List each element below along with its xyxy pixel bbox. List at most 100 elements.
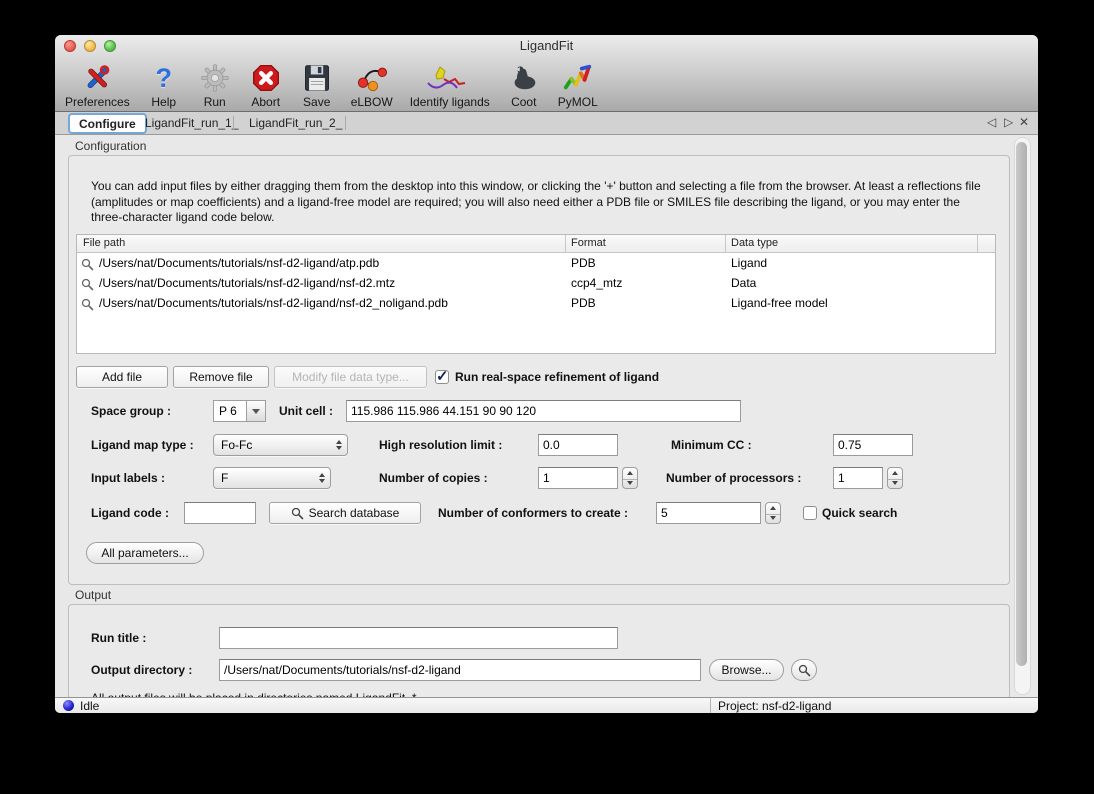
ligand-map-type-popup[interactable]: Fo-Fc — [213, 434, 348, 456]
ligand-code-row: Ligand code : Search database Number of … — [69, 501, 1009, 525]
pymol-button[interactable]: PyMOL — [558, 62, 598, 109]
file-data-type: Ligand — [731, 256, 767, 270]
abort-button[interactable]: Abort — [249, 62, 283, 109]
column-separator — [565, 235, 566, 252]
save-label: Save — [303, 95, 330, 109]
number-of-processors-input[interactable] — [833, 467, 883, 489]
search-database-button[interactable]: Search database — [269, 502, 421, 524]
file-path: /Users/nat/Documents/tutorials/nsf-d2-li… — [99, 276, 395, 290]
coot-button[interactable]: Coot — [507, 62, 541, 109]
search-database-label: Search database — [309, 506, 400, 520]
realspace-refinement-checkbox[interactable] — [435, 370, 449, 384]
tab-scroll-left-icon[interactable]: ◁ — [987, 115, 996, 129]
content-pane: Configuration You can add input files by… — [55, 135, 1038, 697]
help-icon: ? — [147, 62, 181, 94]
ligand-map-type-label: Ligand map type : — [91, 438, 194, 452]
identify-ligands-label: Identify ligands — [410, 95, 490, 109]
run-gear-icon — [198, 62, 232, 94]
file-path: /Users/nat/Documents/tutorials/nsf-d2-li… — [99, 296, 448, 310]
number-of-copies-input[interactable] — [538, 467, 618, 489]
ligand-map-type-row: Ligand map type : Fo-Fc High resolution … — [69, 433, 1009, 457]
run-title-label: Run title : — [91, 631, 146, 645]
abort-icon — [249, 62, 283, 94]
elbow-button[interactable]: eLBOW — [351, 62, 393, 109]
output-groupbox: Run title : Output directory : Browse...… — [68, 604, 1010, 697]
chevron-down-icon[interactable] — [246, 401, 265, 421]
file-format: PDB — [571, 296, 596, 310]
preferences-button[interactable]: Preferences — [65, 62, 130, 109]
file-path: /Users/nat/Documents/tutorials/nsf-d2-li… — [99, 256, 379, 270]
browse-button[interactable]: Browse... — [709, 659, 784, 681]
preferences-label: Preferences — [65, 95, 130, 109]
unit-cell-input[interactable] — [346, 400, 741, 422]
output-directory-search-button[interactable] — [791, 659, 817, 681]
realspace-refinement-label: Run real-space refinement of ligand — [455, 370, 659, 384]
file-table[interactable]: File path Format Data type /Users/nat/Do… — [76, 234, 996, 354]
tab-ligandfit-run-1[interactable]: LigandFit_run_1_ — [136, 114, 247, 131]
quick-search-checkbox[interactable] — [803, 506, 817, 520]
tab-configure-label: Configure — [79, 117, 136, 131]
ligand-code-label: Ligand code : — [91, 506, 169, 520]
elbow-label: eLBOW — [351, 95, 393, 109]
scrollbar-thumb[interactable] — [1016, 142, 1027, 666]
high-resolution-limit-input[interactable] — [538, 434, 618, 456]
column-file-path[interactable]: File path — [83, 237, 125, 249]
output-directory-input[interactable] — [219, 659, 701, 681]
space-group-label: Space group : — [91, 404, 171, 418]
file-table-row[interactable]: /Users/nat/Documents/tutorials/nsf-d2-li… — [77, 253, 995, 273]
file-table-row[interactable]: /Users/nat/Documents/tutorials/nsf-d2-li… — [77, 293, 995, 313]
ligand-map-type-value: Fo-Fc — [214, 438, 331, 452]
coot-bird-icon — [507, 62, 541, 94]
output-directory-label: Output directory : — [91, 663, 192, 677]
conformers-stepper[interactable] — [765, 502, 781, 524]
space-group-value: P 6 — [214, 401, 246, 421]
configuration-section-label: Configuration — [75, 139, 146, 153]
magnifier-icon — [81, 297, 94, 311]
tab-close-icon[interactable]: ✕ — [1019, 115, 1029, 129]
tab-run1-label: LigandFit_run_1_ — [145, 116, 238, 130]
identify-ligands-button[interactable]: Identify ligands — [410, 62, 490, 109]
column-data-type[interactable]: Data type — [731, 237, 778, 249]
abort-label: Abort — [251, 95, 280, 109]
help-button[interactable]: ? Help — [147, 62, 181, 109]
conformers-label: Number of conformers to create : — [438, 506, 628, 520]
title-bar[interactable]: LigandFit — [55, 35, 1038, 57]
all-parameters-button[interactable]: All parameters... — [86, 542, 204, 564]
file-table-row[interactable]: /Users/nat/Documents/tutorials/nsf-d2-li… — [77, 273, 995, 293]
add-file-button[interactable]: Add file — [76, 366, 168, 388]
vertical-scrollbar[interactable] — [1014, 137, 1031, 695]
all-parameters-row: All parameters... — [69, 541, 1009, 565]
run-button[interactable]: Run — [198, 62, 232, 109]
conformers-input[interactable] — [656, 502, 761, 524]
window-title: LigandFit — [55, 38, 1038, 53]
quick-search-label: Quick search — [822, 506, 897, 520]
input-labels-label: Input labels : — [91, 471, 165, 485]
pymol-ribbon-icon — [561, 62, 595, 94]
modify-file-data-type-button[interactable]: Modify file data type... — [274, 366, 427, 388]
tab-scroll-right-icon[interactable]: ▷ — [1004, 115, 1013, 129]
run-title-row: Run title : — [69, 626, 1009, 650]
help-label: Help — [151, 95, 176, 109]
project-text: Project: nsf-d2-ligand — [718, 699, 831, 713]
minimum-cc-input[interactable] — [833, 434, 913, 456]
input-labels-value: F — [214, 471, 314, 485]
unit-cell-label: Unit cell : — [279, 404, 333, 418]
column-separator — [977, 235, 978, 252]
column-format[interactable]: Format — [571, 237, 606, 249]
space-group-combobox[interactable]: P 6 — [213, 400, 266, 422]
input-labels-popup[interactable]: F — [213, 467, 331, 489]
run-title-input[interactable] — [219, 627, 618, 649]
column-separator — [725, 235, 726, 252]
remove-file-button[interactable]: Remove file — [173, 366, 269, 388]
output-directory-row: Output directory : Browse... — [69, 658, 1009, 682]
file-format: ccp4_mtz — [571, 276, 622, 290]
status-text: Idle — [80, 699, 99, 713]
tab-ligandfit-run-2[interactable]: LigandFit_run_2_ — [240, 114, 351, 131]
number-of-processors-stepper[interactable] — [887, 467, 903, 489]
ligand-code-input[interactable] — [184, 502, 256, 524]
number-of-copies-stepper[interactable] — [622, 467, 638, 489]
save-button[interactable]: Save — [300, 62, 334, 109]
tab-configure[interactable]: Configure — [68, 113, 147, 134]
identify-ligands-icon — [419, 62, 481, 94]
magnifier-icon — [81, 257, 94, 271]
